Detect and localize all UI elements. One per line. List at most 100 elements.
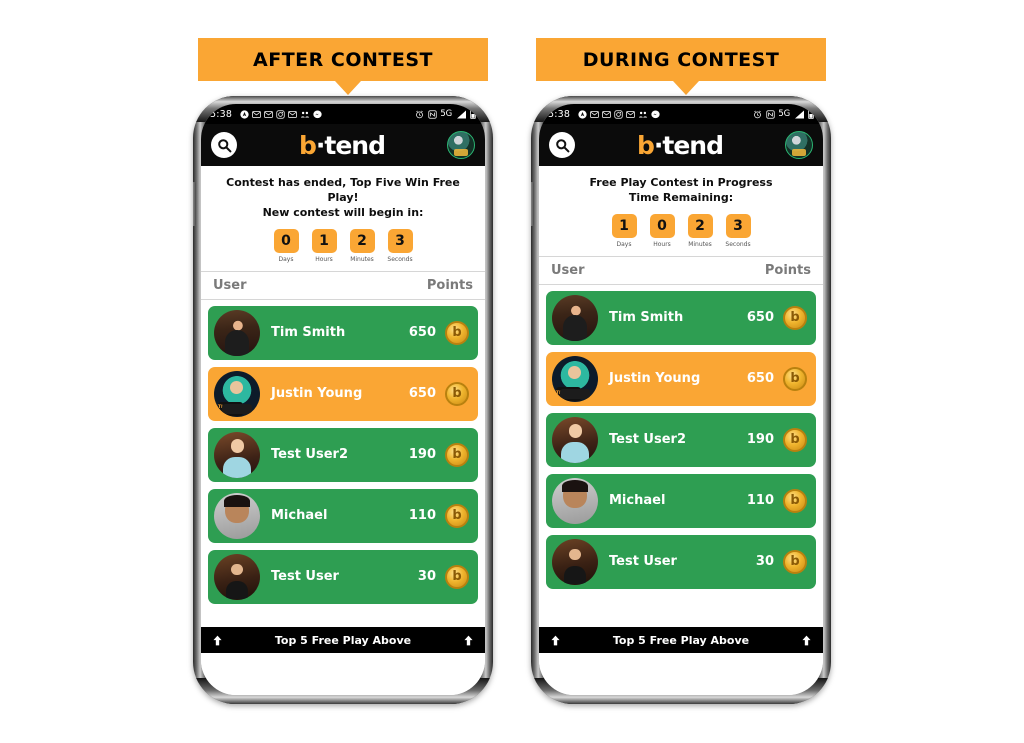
countdown-cell: 3 Seconds — [384, 228, 416, 263]
user-points: 110 — [408, 508, 436, 524]
phone-frame: 5:38 5G b ·tend Contest has ended, Top Five … — [193, 96, 493, 704]
phone-screen: 5:38 5G b ·tend Free Play Contest in Progres… — [539, 104, 823, 695]
nfc-icon — [766, 109, 775, 119]
user-name: Tim Smith — [609, 310, 684, 326]
user-avatar — [552, 477, 598, 524]
user-avatar: THE PROS — [552, 355, 598, 402]
pros-badge-label: THE PROS — [217, 405, 244, 411]
app-header: b ·tend — [539, 124, 823, 166]
callout-banner-label: AFTER CONTEST — [253, 48, 433, 71]
user-avatar — [552, 538, 598, 585]
mail-icon — [252, 110, 261, 119]
user-points: 30 — [417, 569, 436, 585]
mail-icon — [590, 110, 599, 119]
leaderboard-row[interactable]: Test User 30 b — [546, 534, 816, 589]
countdown-cell: 2 Minutes — [684, 213, 716, 248]
leaderboard-row[interactable]: Michael 110 b — [208, 488, 478, 543]
app-header: b ·tend — [201, 124, 485, 166]
location-icon — [578, 109, 587, 119]
countdown-label: Hours — [315, 255, 333, 263]
footer-bar: Top 5 Free Play Above — [201, 627, 485, 653]
contest-subline: New contest will begin in: — [262, 205, 424, 219]
panel-after-contest: AFTER CONTEST 5:38 5G b ·tend Contest has end… — [155, 0, 495, 743]
countdown-cell: 0 Days — [270, 228, 302, 263]
countdown-cell: 2 Minutes — [346, 228, 378, 263]
messenger-icon — [313, 109, 322, 119]
countdown-value: 1 — [611, 213, 637, 238]
user-name: Test User — [609, 554, 677, 570]
countdown-value: 2 — [687, 213, 713, 238]
leaderboard-row[interactable]: Test User 30 b — [208, 549, 478, 604]
user-name: Justin Young — [609, 371, 701, 387]
search-icon[interactable] — [549, 132, 575, 158]
status-bar-left: 5:38 — [210, 109, 322, 120]
coin-icon: b — [783, 305, 807, 330]
leaderboard-header: User Points — [201, 270, 485, 300]
user-points: 190 — [408, 447, 436, 463]
app-logo-tend: ·tend — [653, 130, 724, 160]
countdown-label: Minutes — [688, 240, 712, 248]
pros-badge: THE PROS — [555, 386, 582, 401]
coin-icon: b — [445, 442, 469, 467]
countdown-timer: 1 Days 0 Hours 2 Minutes 3 Seconds — [547, 213, 815, 248]
profile-avatar[interactable] — [784, 131, 813, 159]
phone-side-button[interactable] — [531, 182, 534, 226]
arrow-up-icon[interactable] — [549, 634, 562, 647]
leaderboard-row[interactable]: Test User2 190 b — [546, 412, 816, 467]
leaderboard-header: User Points — [539, 255, 823, 285]
leaderboard-row[interactable]: THE PROS Justin Young 650 b — [546, 351, 816, 406]
pros-badge-label: THE PROS — [555, 390, 582, 396]
mail-icon — [626, 110, 635, 119]
user-name: Justin Young — [271, 386, 363, 402]
mail-icon — [264, 110, 273, 119]
coin-icon: b — [445, 564, 469, 589]
countdown-cell: 1 Hours — [308, 228, 340, 263]
panel-during-contest: DURING CONTEST 5:38 5G b ·tend Free Play Cont… — [493, 0, 833, 743]
countdown-value: 3 — [387, 228, 413, 253]
countdown-label: Minutes — [350, 255, 374, 263]
phone-side-button[interactable] — [193, 182, 196, 226]
leaderboard-row[interactable]: Tim Smith 650 b — [546, 290, 816, 345]
user-points: 110 — [746, 493, 774, 509]
countdown-value: 2 — [349, 228, 375, 253]
status-bar-right: 5G — [415, 109, 476, 119]
countdown-label: Hours — [653, 240, 671, 248]
coin-icon: b — [445, 503, 469, 528]
arrow-up-icon[interactable] — [211, 634, 224, 647]
network-label: 5G — [440, 109, 452, 119]
mail-icon — [288, 110, 297, 119]
coin-icon: b — [445, 320, 469, 345]
leaderboard-row[interactable]: THE PROS Justin Young 650 b — [208, 366, 478, 421]
callout-banner-label: DURING CONTEST — [582, 48, 780, 71]
status-bar-right: 5G — [753, 109, 814, 119]
contest-banner: Contest has ended, Top Five Win Free Pla… — [201, 166, 485, 271]
user-points: 30 — [755, 554, 774, 570]
leaderboard-row[interactable]: Michael 110 b — [546, 473, 816, 528]
leaderboard-row[interactable]: Test User2 190 b — [208, 427, 478, 482]
user-name: Tim Smith — [271, 325, 346, 341]
countdown-label: Seconds — [725, 240, 751, 248]
countdown-value: 0 — [649, 213, 675, 238]
app-logo-tend: ·tend — [315, 130, 386, 160]
footer-label: Top 5 Free Play Above — [612, 633, 750, 647]
callout-banner: DURING CONTEST — [536, 38, 826, 81]
arrow-up-icon[interactable] — [800, 634, 813, 647]
profile-avatar[interactable] — [446, 131, 475, 159]
arrow-up-icon[interactable] — [462, 634, 475, 647]
pros-badge: THE PROS — [217, 401, 244, 416]
contest-headline: Free Play Contest in Progress — [589, 176, 773, 189]
user-avatar — [214, 492, 260, 539]
countdown-value: 0 — [273, 228, 299, 253]
user-name: Test User2 — [609, 432, 687, 448]
phone-frame: 5:38 5G b ·tend Free Play Contest in Progres… — [531, 96, 831, 704]
search-icon[interactable] — [211, 132, 237, 158]
user-name: Michael — [271, 508, 328, 524]
messenger-icon — [651, 109, 660, 119]
coin-icon: b — [783, 366, 807, 391]
contest-subline: Time Remaining: — [628, 190, 734, 204]
user-avatar: THE PROS — [214, 370, 260, 417]
user-avatar — [214, 553, 260, 600]
contacts-icon — [300, 110, 310, 119]
leaderboard-row[interactable]: Tim Smith 650 b — [208, 305, 478, 360]
callout-banner: AFTER CONTEST — [198, 38, 488, 81]
